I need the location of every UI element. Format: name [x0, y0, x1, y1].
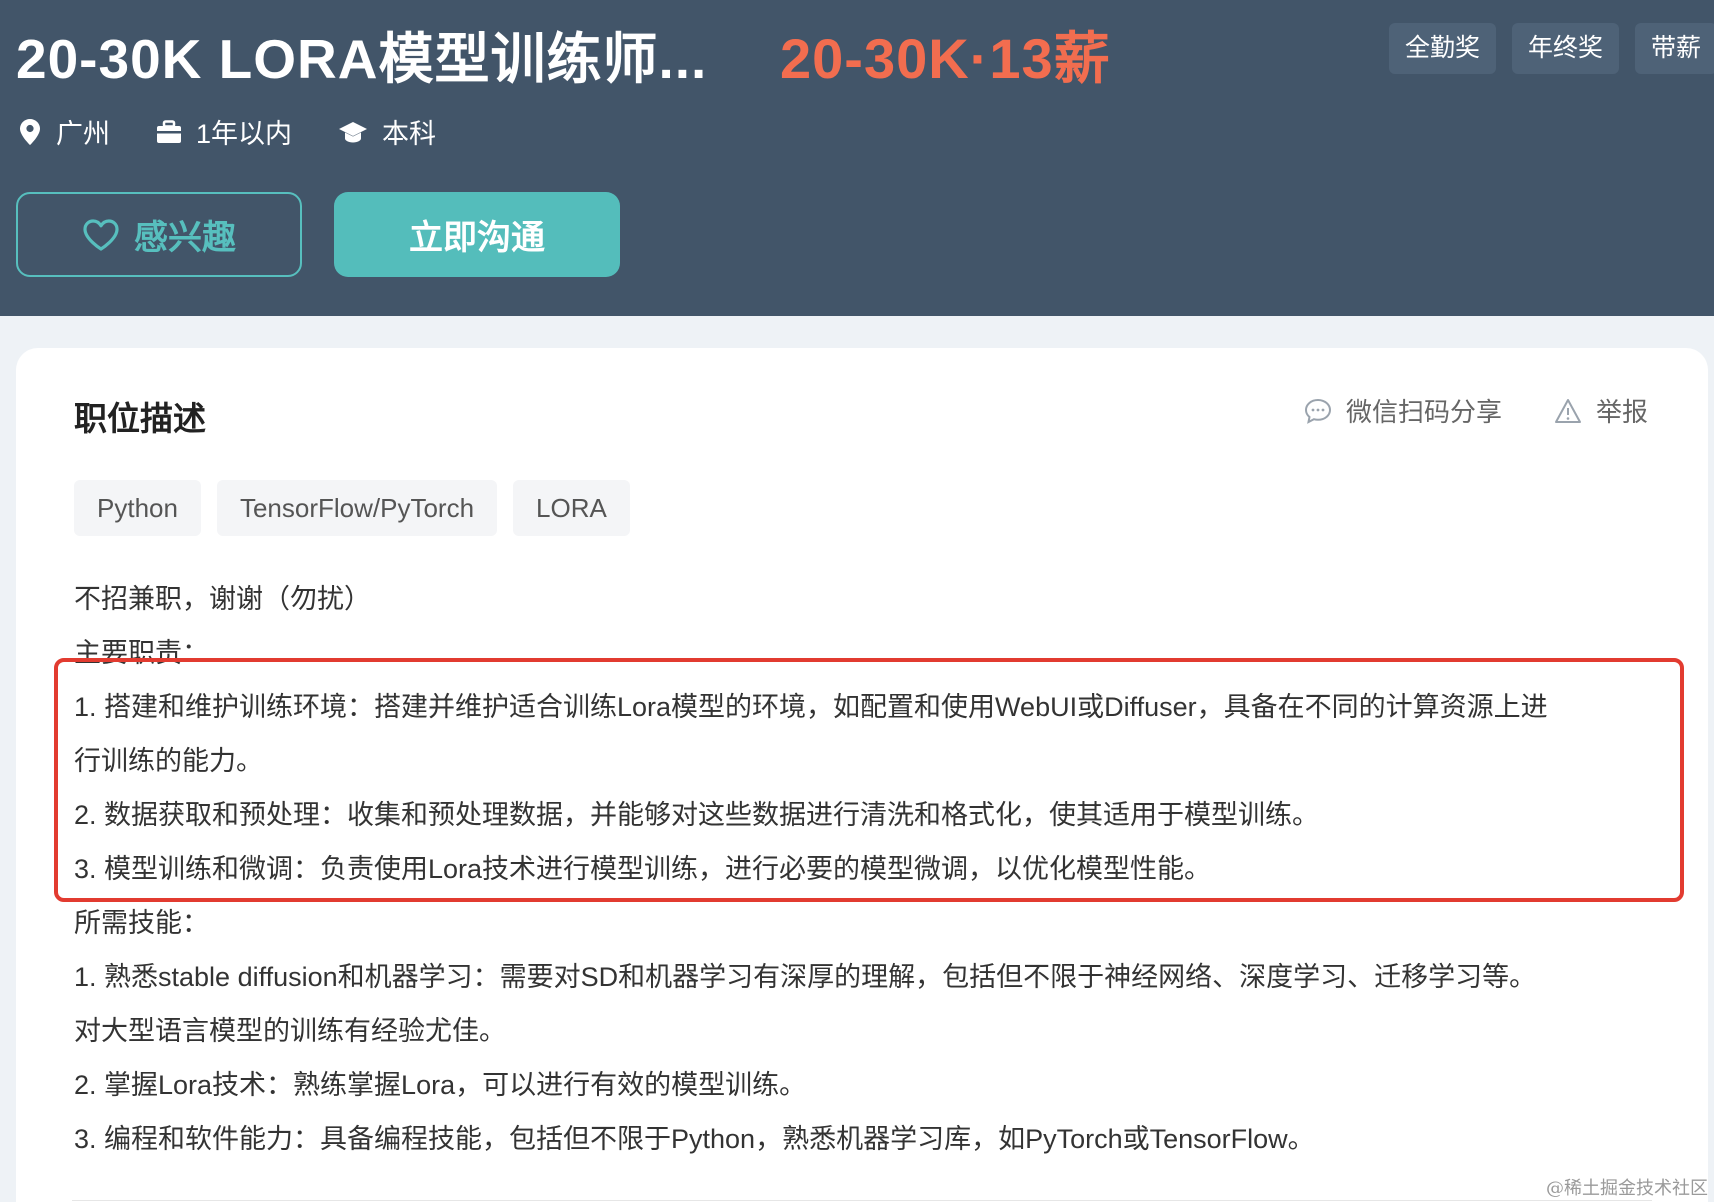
education-text: 本科	[382, 119, 437, 149]
location-pin-icon	[20, 118, 40, 145]
skill-tag: LORA	[513, 480, 630, 536]
description-line: 2. 数据获取和预处理：收集和预处理数据，并能够对这些数据进行清洗和格式化，使其…	[74, 800, 1320, 830]
job-header: 20-30K LORA模型训练师... 20-30K·13薪 全勤奖 年终奖 带…	[0, 0, 1714, 316]
meta-experience: 1年以内	[156, 112, 292, 151]
description-line: 1. 熟悉stable diffusion和机器学习：需要对SD和机器学习有深厚…	[74, 962, 1537, 992]
interest-label: 感兴趣	[134, 219, 236, 257]
skill-tag: TensorFlow/PyTorch	[216, 480, 498, 536]
description-line: 所需技能：	[74, 908, 209, 938]
report-label: 举报	[1595, 397, 1648, 427]
benefit-tag: 年终奖	[1512, 23, 1620, 74]
description-line: 2. 掌握Lora技术：熟练掌握Lora，可以进行有效的模型训练。	[74, 1070, 807, 1100]
meta-education: 本科	[338, 112, 436, 151]
skill-tags: Python TensorFlow/PyTorch LORA	[74, 480, 630, 536]
benefit-tags: 全勤奖 年终奖 带薪	[1389, 23, 1714, 74]
job-title: 20-30K LORA模型训练师...	[16, 28, 708, 90]
share-label: 微信扫码分享	[1345, 397, 1502, 427]
description-line: 行训练的能力。	[74, 746, 263, 776]
location-text: 广州	[56, 119, 110, 149]
meta-location: 广州	[18, 112, 110, 151]
description-line: 主要职责：	[74, 638, 209, 668]
description-line: 3. 编程和软件能力：具备编程技能，包括但不限于Python，熟悉机器学习库，如…	[74, 1124, 1315, 1154]
description-line: 不招兼职，谢谢（勿扰）	[74, 584, 371, 614]
description-line: 1. 搭建和维护训练环境：搭建并维护适合训练Lora模型的环境，如配置和使用We…	[74, 692, 1548, 722]
salary: 20-30K·13薪	[780, 27, 1111, 90]
chat-bubble-icon	[1304, 398, 1331, 424]
skill-tag: Python	[74, 480, 201, 536]
experience-text: 1年以内	[196, 119, 293, 149]
heart-icon	[83, 218, 119, 251]
graduation-cap-icon	[339, 121, 368, 142]
watermark: @稀土掘金技术社区	[1546, 1178, 1708, 1199]
benefit-tag: 全勤奖	[1389, 23, 1497, 74]
interest-button[interactable]: 感兴趣	[16, 192, 302, 277]
detail-actions: 微信扫码分享 举报	[1252, 392, 1648, 429]
benefit-tag: 带薪	[1635, 23, 1714, 74]
job-meta: 广州 1年以内 本科	[18, 112, 482, 151]
description-line: 对大型语言模型的训练有经验尤佳。	[74, 1016, 506, 1046]
section-title: 职位描述	[74, 400, 206, 437]
divider	[72, 1200, 1652, 1201]
briefcase-icon	[157, 119, 181, 143]
chat-now-button[interactable]: 立即沟通	[334, 192, 620, 277]
job-description: 不招兼职，谢谢（勿扰） 主要职责： 1. 搭建和维护训练环境：搭建并维护适合训练…	[74, 572, 1674, 1166]
report-button[interactable]: 举报	[1554, 392, 1648, 429]
share-button[interactable]: 微信扫码分享	[1304, 392, 1502, 429]
description-line: 3. 模型训练和微调：负责使用Lora技术进行模型训练，进行必要的模型微调，以优…	[74, 854, 1212, 884]
job-detail-card: 职位描述 微信扫码分享 举报 Python TensorFlow/PyTorch…	[16, 348, 1708, 1202]
warning-icon	[1554, 398, 1581, 423]
